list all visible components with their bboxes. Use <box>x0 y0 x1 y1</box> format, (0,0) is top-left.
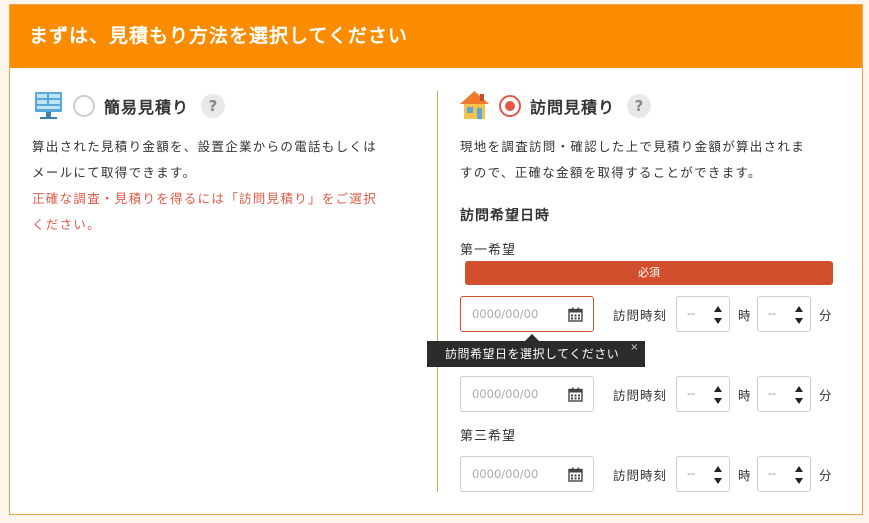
visit-time-label: 訪問時刻 <box>613 468 668 483</box>
tooltip-close-icon[interactable]: × <box>630 335 639 361</box>
third-date-input[interactable]: 0000/00/00 <box>460 456 594 492</box>
simple-note: 正確な調査・見積りを得るには「訪問見積り」をご選択 ください。 <box>32 191 378 232</box>
first-minute-select[interactable]: -- <box>757 296 811 332</box>
visit-datetime-heading: 訪問希望日時 <box>460 208 550 224</box>
second-hour-select[interactable]: -- <box>676 376 730 412</box>
panel-title: まずは、見積もり方法を選択してください <box>10 5 862 68</box>
spinner-arrows-icon[interactable] <box>713 464 723 486</box>
spinner-arrows-icon[interactable] <box>713 304 723 326</box>
second-minute-select[interactable]: -- <box>757 376 811 412</box>
spinner-arrows-icon[interactable] <box>794 464 804 486</box>
date-required-tooltip: 訪問希望日を選択してください × <box>427 334 645 367</box>
required-badge: 必須 <box>465 261 833 285</box>
preference-row-2: 0000/00/00 訪問時刻 -- 時 -- 分 <box>460 376 840 412</box>
hour-unit-label: 時 <box>738 388 752 403</box>
preference-row-1: 0000/00/00 訪問時刻 -- 時 -- 分 <box>460 296 840 332</box>
preference-row-3: 0000/00/00 訪問時刻 -- 時 -- 分 <box>460 456 840 492</box>
hour-unit-label: 時 <box>738 468 752 483</box>
minute-unit-label: 分 <box>819 308 833 323</box>
third-preference-label: 第三希望 <box>460 429 517 444</box>
spinner-arrows-icon[interactable] <box>794 384 804 406</box>
first-hour-select[interactable]: -- <box>676 296 730 332</box>
column-divider <box>437 91 438 492</box>
visit-time-label: 訪問時刻 <box>613 308 668 323</box>
visit-estimate-option[interactable]: 訪問見積り ? <box>458 89 652 122</box>
spinner-arrows-icon[interactable] <box>713 384 723 406</box>
simple-estimate-title: 簡易見積り <box>104 97 190 117</box>
calendar-icon[interactable] <box>568 307 583 322</box>
first-date-input[interactable]: 0000/00/00 <box>460 296 594 332</box>
first-preference-label: 第一希望 <box>460 243 517 258</box>
visit-time-label: 訪問時刻 <box>613 388 668 403</box>
visit-description: 現地を調査訪問・確認した上で見積り金額が算出されま すので、正確な金額を取得する… <box>460 139 806 180</box>
visit-help-icon[interactable]: ? <box>627 93 652 118</box>
minute-unit-label: 分 <box>819 388 833 403</box>
visit-estimate-radio[interactable] <box>499 94 521 117</box>
second-date-input[interactable]: 0000/00/00 <box>460 376 594 412</box>
simple-help-icon[interactable]: ? <box>201 93 226 118</box>
spinner-arrows-icon[interactable] <box>794 304 804 326</box>
house-icon <box>460 91 489 119</box>
simple-description: 算出された見積り金額を、設置企業からの電話もしくは メールにて取得できます。 <box>32 139 378 180</box>
hour-unit-label: 時 <box>738 308 752 323</box>
third-hour-select[interactable]: -- <box>676 456 730 492</box>
computer-icon <box>35 92 62 119</box>
calendar-icon[interactable] <box>568 387 583 402</box>
simple-estimate-option[interactable]: 簡易見積り ? <box>32 89 226 122</box>
visit-estimate-title: 訪問見積り <box>530 97 616 117</box>
minute-unit-label: 分 <box>819 468 833 483</box>
calendar-icon[interactable] <box>568 467 583 482</box>
estimate-method-panel: まずは、見積もり方法を選択してください 簡易見積り ? 算出された見積り金額を、… <box>9 4 863 515</box>
simple-estimate-radio[interactable] <box>73 94 95 117</box>
third-minute-select[interactable]: -- <box>757 456 811 492</box>
